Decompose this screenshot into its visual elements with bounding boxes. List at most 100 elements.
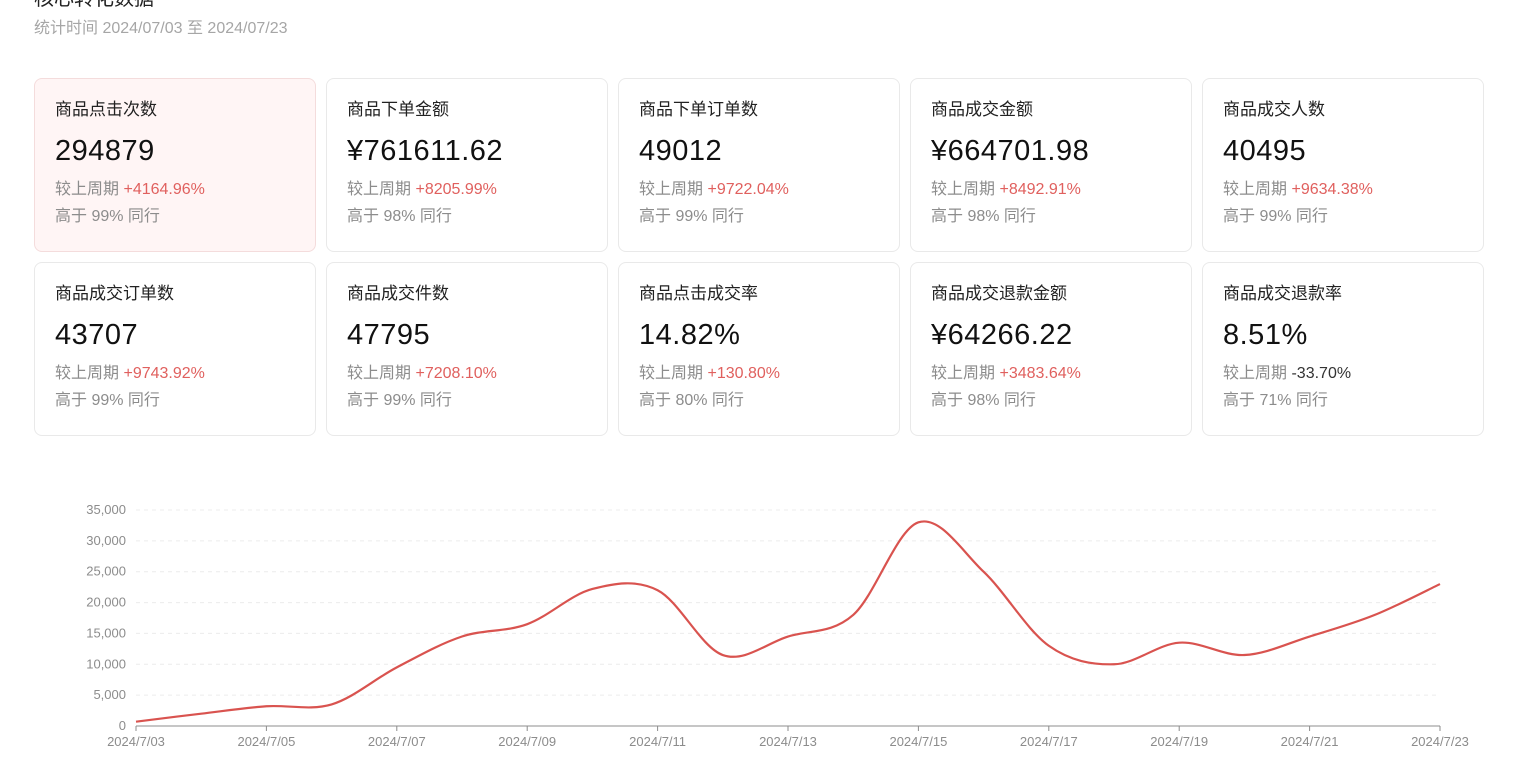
y-tick-label: 10,000: [86, 656, 126, 671]
comparison-label: 较上周期: [1223, 365, 1288, 382]
data-point: [524, 621, 530, 627]
data-point: [785, 634, 791, 640]
series-line: [135, 520, 1441, 723]
comparison-label: 较上周期: [347, 365, 412, 382]
change-percent: +130.80%: [707, 365, 780, 382]
data-point: [1437, 581, 1443, 587]
data-point: [589, 586, 595, 592]
metric-label: 商品点击成交率: [639, 284, 758, 303]
metric-value: 14.82%: [639, 319, 741, 351]
data-point: [263, 703, 269, 709]
metric-label: 商品成交退款金额: [931, 284, 1067, 303]
x-tick-label: 2024/7/09: [498, 734, 556, 749]
x-tick-label: 2024/7/13: [759, 734, 817, 749]
data-point: [198, 711, 204, 717]
metric-card-click-conversion[interactable]: 商品点击成交率 14.82% 较上周期 +130.80% 高于 80% 同行: [618, 262, 900, 436]
data-point: [394, 664, 400, 670]
metric-card-clicks[interactable]: 商品点击次数 294879 较上周期 +4164.96% 高于 99% 同行: [34, 78, 316, 252]
x-tick-label: 2024/7/15: [889, 734, 947, 749]
x-tick-label: 2024/7/05: [237, 734, 295, 749]
metric-card-refund-amount[interactable]: 商品成交退款金额 ¥64266.22 较上周期 +3483.64% 高于 98%…: [910, 262, 1192, 436]
metric-label: 商品成交金额: [931, 100, 1033, 119]
metric-comparison: 较上周期 +9634.38%: [1223, 179, 1463, 201]
chart-gridlines: [136, 509, 1440, 696]
x-tick-label: 2024/7/19: [1150, 734, 1208, 749]
metric-value: 294879: [55, 135, 155, 167]
peer-rank: 高于 98% 同行: [931, 392, 1036, 409]
comparison-label: 较上周期: [347, 181, 412, 198]
metric-card-refund-rate[interactable]: 商品成交退款率 8.51% 较上周期 -33.70% 高于 71% 同行: [1202, 262, 1484, 436]
metric-comparison: 较上周期 +9722.04%: [639, 179, 879, 201]
x-axis: 2024/7/03 2024/7/05 2024/7/07 2024/7/09 2024…: [107, 725, 1469, 749]
x-tick-label: 2024/7/11: [629, 734, 686, 749]
comparison-label: 较上周期: [639, 365, 704, 382]
data-point: [1307, 634, 1313, 640]
change-percent: +7208.10%: [415, 365, 497, 382]
peer-rank: 高于 99% 同行: [639, 208, 744, 225]
y-tick-label: 15,000: [86, 625, 126, 640]
metric-label: 商品成交件数: [347, 284, 449, 303]
y-tick-label: 0: [119, 718, 126, 733]
metric-comparison: 较上周期 +3483.64%: [931, 363, 1171, 385]
metric-card-deal-amount[interactable]: 商品成交金额 ¥664701.98 较上周期 +8492.91% 高于 98% …: [910, 78, 1192, 252]
metric-value: 8.51%: [1223, 319, 1308, 351]
change-percent: +3483.64%: [999, 365, 1081, 382]
metric-comparison: 较上周期 +9743.92%: [55, 363, 295, 385]
metric-card-deal-orders[interactable]: 商品成交订单数 43707 较上周期 +9743.92% 高于 99% 同行: [34, 262, 316, 436]
data-point: [850, 612, 856, 618]
x-tick-label: 2024/7/23: [1411, 734, 1469, 749]
metric-card-order-amount[interactable]: 商品下单金额 ¥761611.62 较上周期 +8205.99% 高于 98% …: [326, 78, 608, 252]
metric-value: ¥64266.22: [931, 319, 1073, 351]
data-point: [1046, 643, 1052, 649]
metric-comparison: 较上周期 +8205.99%: [347, 179, 587, 201]
data-point: [1111, 661, 1117, 667]
metric-label: 商品点击次数: [55, 100, 157, 119]
data-point: [1241, 652, 1247, 658]
data-point: [459, 634, 465, 640]
comparison-label: 较上周期: [1223, 181, 1288, 198]
metric-value: 49012: [639, 135, 723, 167]
metric-value: 43707: [55, 319, 139, 351]
metric-card-order-count[interactable]: 商品下单订单数 49012 较上周期 +9722.04% 高于 99% 同行: [618, 78, 900, 252]
peer-rank: 高于 71% 同行: [1223, 392, 1328, 409]
metric-comparison: 较上周期 +130.80%: [639, 363, 879, 385]
metric-comparison: 较上周期 -33.70%: [1223, 363, 1463, 385]
peer-rank: 高于 98% 同行: [931, 208, 1036, 225]
change-percent: +9743.92%: [123, 365, 205, 382]
metric-value: 47795: [347, 319, 431, 351]
change-percent: -33.70%: [1291, 365, 1352, 382]
metric-label: 商品下单订单数: [639, 100, 758, 119]
metric-comparison: 较上周期 +8492.91%: [931, 179, 1171, 201]
x-tick-label: 2024/7/07: [368, 734, 426, 749]
x-tick-label: 2024/7/17: [1020, 734, 1078, 749]
peer-rank: 高于 99% 同行: [347, 392, 452, 409]
chart-series: [135, 519, 1443, 723]
y-tick-label: 5,000: [93, 687, 126, 702]
peer-rank: 高于 99% 同行: [55, 208, 160, 225]
metric-value: ¥761611.62: [347, 135, 504, 167]
metric-comparison: 较上周期 +7208.10%: [347, 363, 587, 385]
y-tick-label: 35,000: [86, 502, 126, 517]
metric-value: ¥664701.98: [931, 135, 1090, 167]
peer-rank: 高于 98% 同行: [347, 208, 452, 225]
metric-label: 商品下单金额: [347, 100, 449, 119]
data-point: [1372, 612, 1378, 618]
page-title: 核心转化数据: [34, 0, 154, 11]
y-axis: 0 5,000 10,000 15,000 20,000 25,000 30,000 35,0…: [86, 502, 126, 733]
trend-line-chart: 0 5,000 10,000 15,000 20,000 25,000 30,000 35,0…: [86, 502, 1469, 749]
data-point: [915, 519, 921, 525]
data-point: [329, 701, 335, 707]
data-point: [720, 652, 726, 658]
y-tick-label: 30,000: [86, 533, 126, 548]
metric-card-deal-items[interactable]: 商品成交件数 47795 较上周期 +7208.10% 高于 99% 同行: [326, 262, 608, 436]
metric-cards-grid: 商品点击次数 294879 较上周期 +4164.96% 高于 99% 同行 商…: [34, 78, 1484, 436]
stat-period: 统计时间 2024/07/03 至 2024/07/23: [34, 20, 288, 37]
comparison-label: 较上周期: [931, 181, 996, 198]
metric-card-buyers[interactable]: 商品成交人数 40495 较上周期 +9634.38% 高于 99% 同行: [1202, 78, 1484, 252]
y-tick-label: 20,000: [86, 595, 126, 610]
y-tick-label: 25,000: [86, 564, 126, 579]
comparison-label: 较上周期: [55, 365, 120, 382]
change-percent: +8205.99%: [415, 181, 497, 198]
comparison-label: 较上周期: [931, 365, 996, 382]
peer-rank: 高于 99% 同行: [55, 392, 160, 409]
